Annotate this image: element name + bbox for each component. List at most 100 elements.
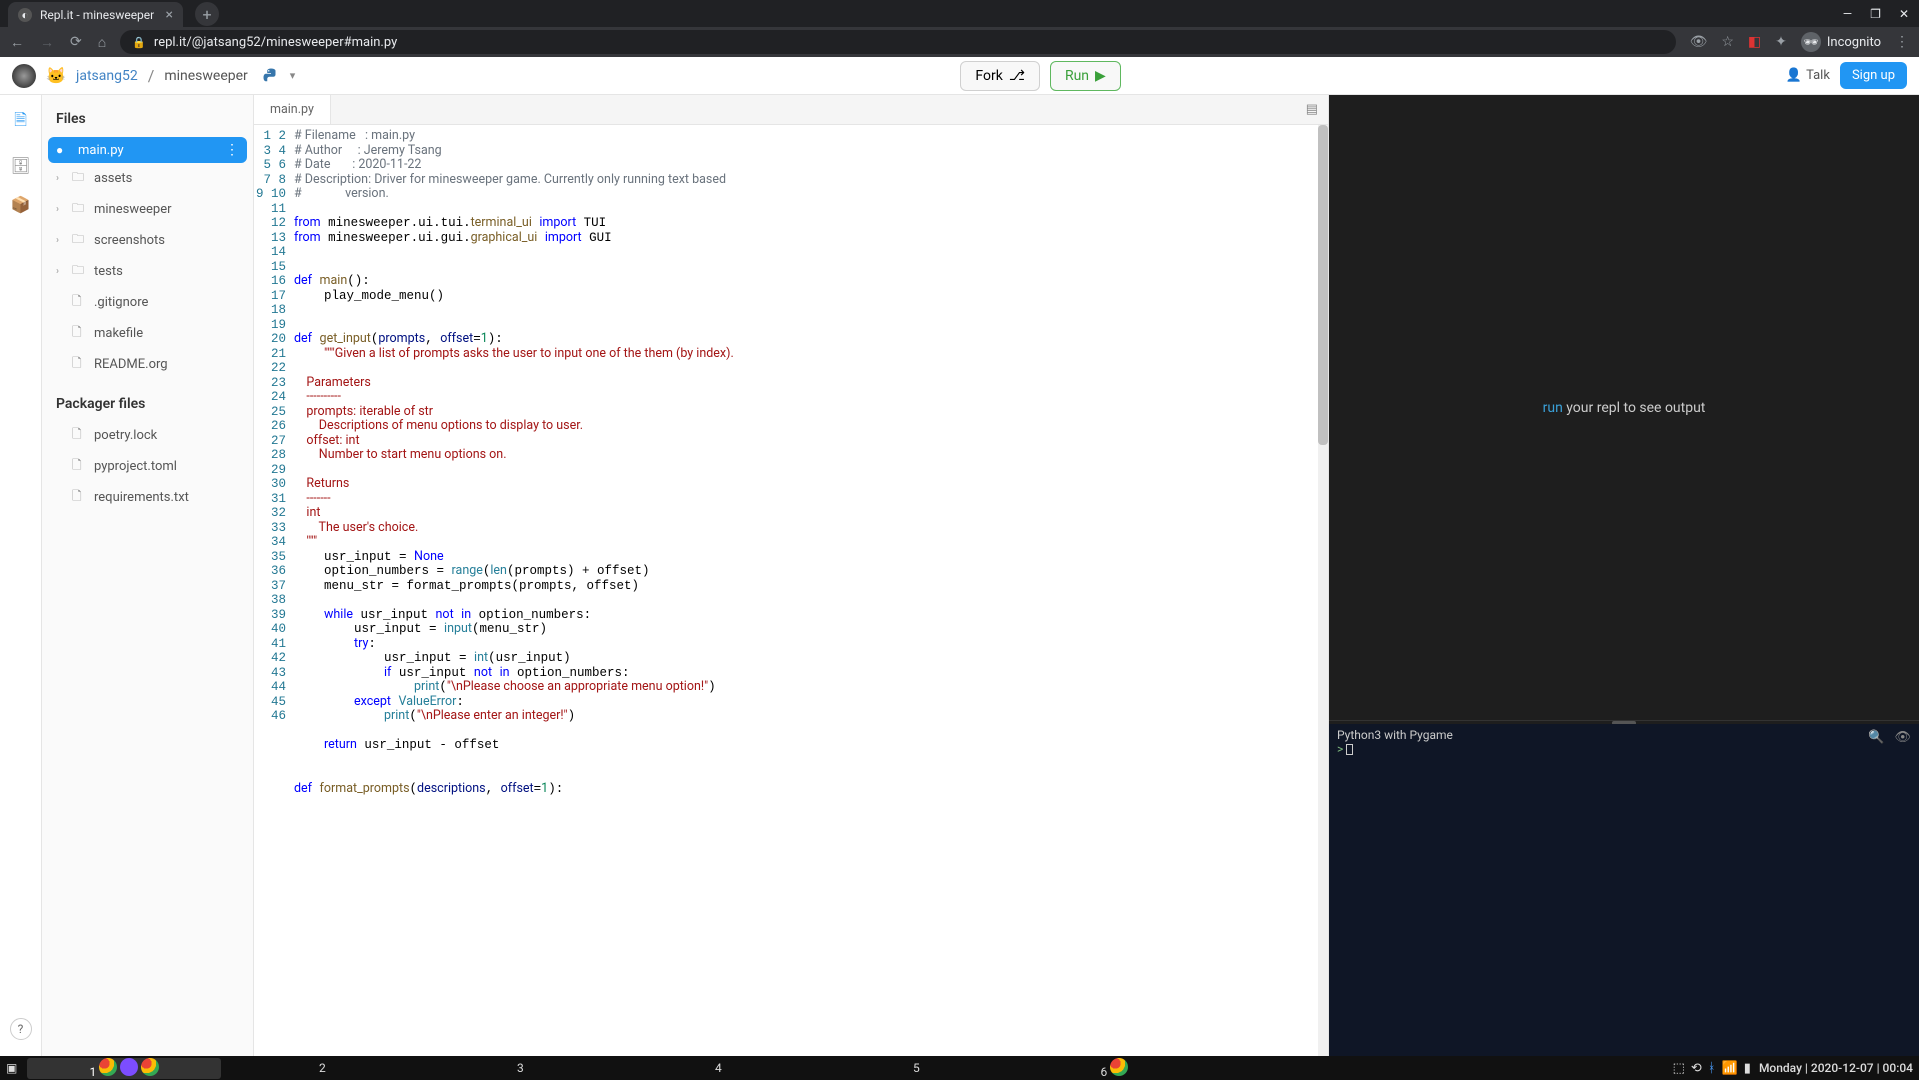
folder-icon: 🗀 xyxy=(72,261,86,282)
reload-icon[interactable]: ⟳ xyxy=(70,34,82,50)
taskbar-apps: 1 2 3 4 5 6 xyxy=(27,1058,1211,1079)
close-window-icon[interactable]: ✕ xyxy=(1899,7,1909,21)
talk-link[interactable]: 👤 Talk xyxy=(1786,68,1830,83)
terminal-settings-icon[interactable]: 👁 xyxy=(1894,730,1911,745)
file-pyproject-toml[interactable]: 🗋pyproject.toml xyxy=(48,451,247,482)
scrollbar[interactable] xyxy=(1318,125,1328,1056)
maximize-icon[interactable]: ❐ xyxy=(1870,7,1881,21)
bluetooth-icon[interactable]: ᚼ xyxy=(1708,1061,1716,1076)
terminal-pane[interactable]: 🔍 👁 Python3 with Pygame > xyxy=(1329,724,1919,1056)
fork-button[interactable]: Fork ⎇ xyxy=(960,61,1040,91)
python-icon xyxy=(262,67,280,85)
extension-icon[interactable]: ◧ xyxy=(1748,34,1761,50)
window-controls: — ❐ ✕ xyxy=(1843,0,1919,27)
forward-icon[interactable]: → xyxy=(40,34,54,51)
star-icon[interactable]: ☆ xyxy=(1721,34,1734,50)
breadcrumb-sep: / xyxy=(148,66,155,85)
chrome-icon xyxy=(99,1058,117,1076)
chrome-icon xyxy=(141,1058,159,1076)
folder-minesweeper[interactable]: ›🗀minesweeper xyxy=(48,194,247,225)
close-icon[interactable]: × xyxy=(166,7,173,23)
workspace-2[interactable]: 2 xyxy=(225,1061,419,1075)
url-bar[interactable]: 🔒 repl.it/@jatsang52/minesweeper#main.py xyxy=(120,30,1675,54)
sync-icon[interactable]: ⟲ xyxy=(1691,1061,1702,1076)
avatar-icon: 🐱 xyxy=(46,66,66,86)
breadcrumb-user[interactable]: jatsang52 xyxy=(76,68,138,84)
editor-tabs: main.py ▤ xyxy=(254,95,1328,125)
help-button[interactable]: ? xyxy=(10,1018,32,1040)
left-rail: 🗎 🗄 📦 ? xyxy=(0,95,42,1056)
puzzle-icon[interactable]: ✦ xyxy=(1775,34,1787,50)
python-file-icon: ● xyxy=(56,143,70,157)
terminal-prompt: > xyxy=(1337,742,1343,756)
file-icon: 🗋 xyxy=(72,456,86,477)
workspace-3[interactable]: 3 xyxy=(423,1061,617,1075)
wifi-icon[interactable]: 📶 xyxy=(1722,1061,1738,1076)
file-main-py[interactable]: ● main.py ⋮ xyxy=(48,137,247,163)
folder-assets[interactable]: ›🗀assets xyxy=(48,163,247,194)
home-icon[interactable]: ⌂ xyxy=(98,34,106,51)
play-icon: ▶ xyxy=(1095,68,1106,84)
package-rail-icon[interactable]: 📦 xyxy=(11,195,31,214)
workspace-5[interactable]: 5 xyxy=(819,1061,1013,1075)
run-link[interactable]: run xyxy=(1543,400,1563,416)
dropbox-icon[interactable]: ⬚ xyxy=(1673,1061,1685,1076)
file-poetry-lock[interactable]: 🗋poetry.lock xyxy=(48,420,247,451)
browser-tab-strip: ◐ Repl.it - minesweeper × + — ❐ ✕ xyxy=(0,0,1919,27)
file-icon: 🗋 xyxy=(72,292,86,313)
incognito-icon: 🕶 xyxy=(1801,32,1821,52)
files-rail-icon[interactable]: 🗎 xyxy=(14,109,27,136)
chevron-right-icon: › xyxy=(56,266,64,277)
browser-toolbar: ← → ⟳ ⌂ 🔒 repl.it/@jatsang52/minesweeper… xyxy=(0,27,1919,57)
output-pane: run your repl to see output xyxy=(1329,95,1919,720)
search-icon[interactable]: 🔍 xyxy=(1868,730,1884,745)
folder-icon: 🗀 xyxy=(72,168,86,189)
chevron-down-icon[interactable]: ▾ xyxy=(290,69,296,82)
browser-tab[interactable]: ◐ Repl.it - minesweeper × xyxy=(8,2,183,27)
more-icon[interactable]: ⋮ xyxy=(225,142,239,158)
code-content[interactable]: # Filename : main.py # Author : Jeremy T… xyxy=(294,125,1328,1056)
file-makefile[interactable]: 🗋makefile xyxy=(48,318,247,349)
folder-tests[interactable]: ›🗀tests xyxy=(48,256,247,287)
menu-icon[interactable]: ⋮ xyxy=(1895,34,1909,50)
tab-favicon-icon: ◐ xyxy=(18,8,32,22)
battery-icon[interactable]: ▮ xyxy=(1744,1061,1751,1076)
line-gutter: 1 2 3 4 5 6 7 8 9 10 11 12 13 14 15 16 1… xyxy=(254,125,294,1056)
person-icon: 👤 xyxy=(1786,68,1802,83)
file-icon: 🗋 xyxy=(72,425,86,446)
folder-screenshots[interactable]: ›🗀screenshots xyxy=(48,225,247,256)
new-tab-button[interactable]: + xyxy=(195,2,219,26)
file-icon: 🗋 xyxy=(72,354,86,375)
incognito-badge: 🕶 Incognito xyxy=(1801,32,1881,52)
minimize-icon[interactable]: — xyxy=(1843,7,1852,21)
workspace-4[interactable]: 4 xyxy=(621,1061,815,1075)
chrome-icon xyxy=(1110,1058,1128,1076)
terminal-header: Python3 with Pygame xyxy=(1337,728,1911,742)
output-placeholder: run your repl to see output xyxy=(1543,400,1706,416)
terminal-taskbar-icon[interactable]: ▣ xyxy=(6,1061,17,1075)
database-rail-icon[interactable]: 🗄 xyxy=(10,156,30,175)
breadcrumb-repo[interactable]: minesweeper xyxy=(164,68,247,84)
tab-title: Repl.it - minesweeper xyxy=(40,8,154,22)
editor-tab-main[interactable]: main.py xyxy=(254,95,331,124)
chevron-right-icon: › xyxy=(56,235,64,246)
chevron-right-icon: › xyxy=(56,204,64,215)
file-icon: 🗋 xyxy=(72,487,86,508)
workspace-1[interactable]: 1 xyxy=(27,1058,221,1079)
emacs-icon xyxy=(120,1058,138,1076)
packager-heading: Packager files xyxy=(48,380,247,420)
eye-off-icon[interactable]: 👁 xyxy=(1690,34,1708,50)
signup-button[interactable]: Sign up xyxy=(1840,62,1907,89)
file-requirements-txt[interactable]: 🗋requirements.txt xyxy=(48,482,247,513)
replit-logo-icon[interactable] xyxy=(12,64,36,88)
fork-icon: ⎇ xyxy=(1009,68,1025,84)
back-icon[interactable]: ← xyxy=(10,34,24,51)
layout-icon[interactable]: ▤ xyxy=(1296,95,1328,124)
workspace-6[interactable]: 6 xyxy=(1017,1058,1211,1079)
scroll-thumb[interactable] xyxy=(1318,125,1328,445)
file--gitignore[interactable]: 🗋.gitignore xyxy=(48,287,247,318)
chevron-right-icon: › xyxy=(56,173,64,184)
clock: Monday | 2020-12-07 | 00:04 xyxy=(1759,1061,1913,1075)
file-README-org[interactable]: 🗋README.org xyxy=(48,349,247,380)
run-button[interactable]: Run ▶ xyxy=(1050,61,1121,91)
